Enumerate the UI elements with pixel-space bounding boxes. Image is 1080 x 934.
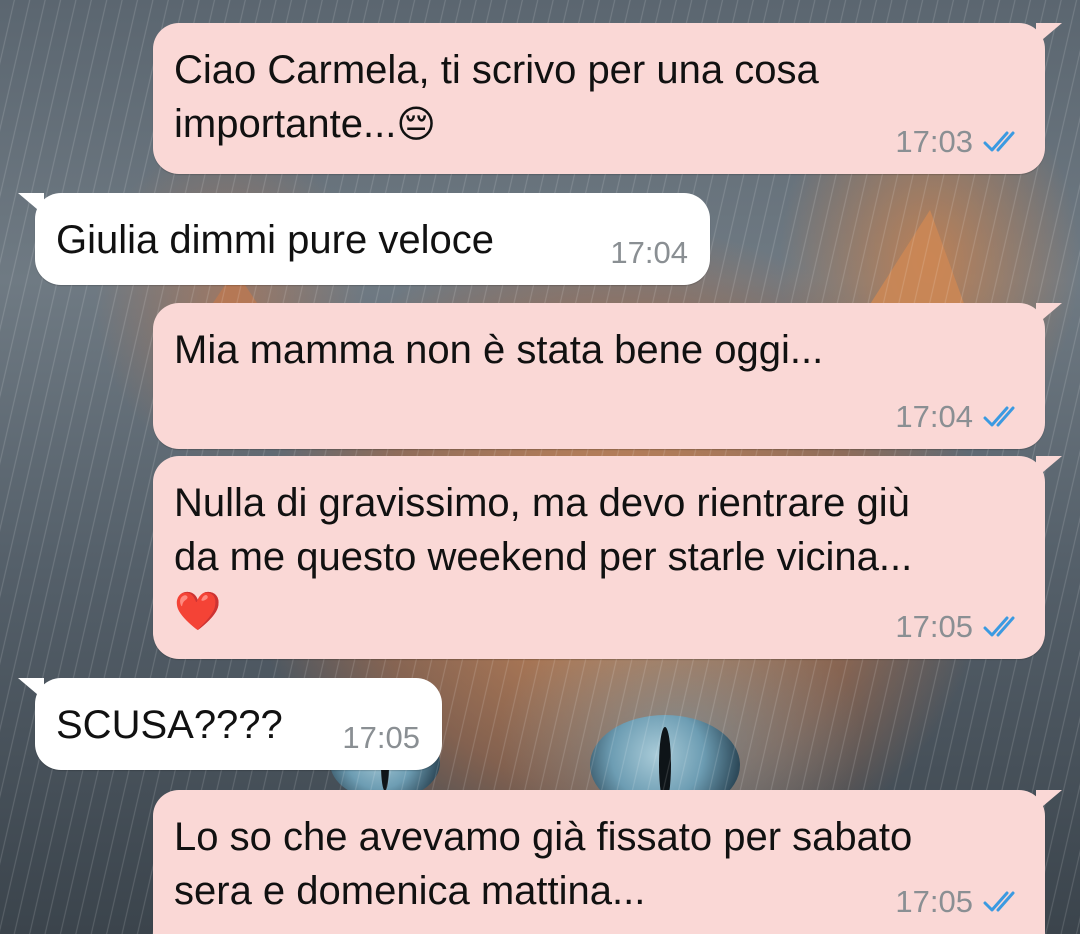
message-meta: 17:03: [895, 124, 1023, 160]
message-meta: 17:05: [895, 884, 1023, 920]
message-time: 17:05: [342, 720, 420, 755]
red-heart-emoji: ❤️: [174, 589, 222, 633]
message-time: 17:04: [895, 399, 973, 434]
message-time: 17:05: [895, 884, 973, 919]
message-meta: 17:04: [610, 235, 688, 271]
message-time: 17:03: [895, 124, 973, 159]
pensive-face-emoji: 😔: [396, 102, 436, 146]
double-check-read-icon: [983, 616, 1015, 637]
message-meta: 17:04: [895, 399, 1023, 435]
double-check-read-icon: [983, 131, 1015, 152]
message-text: Mia mamma non è stata bene oggi...: [174, 328, 824, 372]
message-outgoing[interactable]: Mia mamma non è stata bene oggi... 17:04: [153, 303, 1062, 449]
message-meta: 17:05: [895, 609, 1023, 645]
message-outgoing[interactable]: Nulla di gravissimo, ma devo rientrare g…: [153, 456, 1062, 659]
message-text: Giulia dimmi pure veloce: [56, 218, 494, 262]
double-check-read-icon: [983, 891, 1015, 912]
message-text: Nulla di gravissimo, ma devo rientrare g…: [174, 481, 913, 633]
message-time: 17:04: [610, 235, 688, 270]
message-incoming[interactable]: Giulia dimmi pure veloce 17:04: [18, 193, 710, 285]
message-outgoing[interactable]: Lo so che avevamo già fissato per sabato…: [153, 790, 1062, 934]
message-text: Lo so che avevamo già fissato per sabato…: [174, 815, 913, 913]
message-text: Ciao Carmela, ti scrivo per una cosa imp…: [174, 48, 819, 146]
message-meta: 17:05: [342, 720, 420, 756]
message-incoming[interactable]: SCUSA???? 17:05: [18, 678, 442, 770]
message-outgoing[interactable]: Ciao Carmela, ti scrivo per una cosa imp…: [153, 23, 1062, 174]
double-check-read-icon: [983, 406, 1015, 427]
message-time: 17:05: [895, 609, 973, 644]
